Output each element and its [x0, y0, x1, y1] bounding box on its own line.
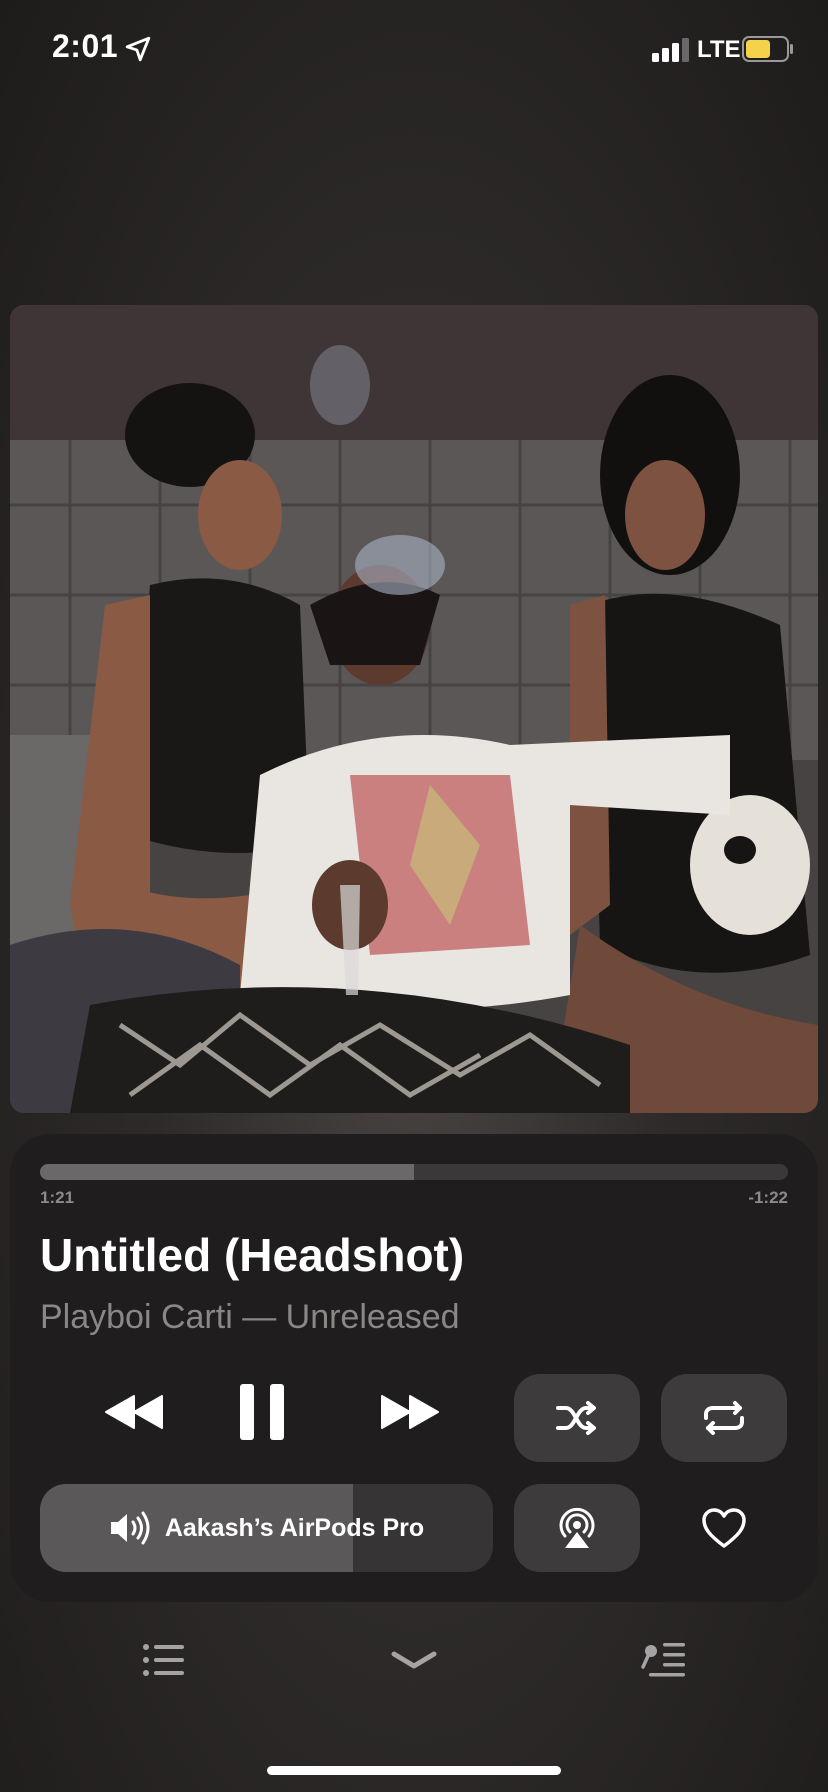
output-device-label: Aakash’s AirPods Pro	[164, 1513, 425, 1542]
fast-forward-button[interactable]	[370, 1382, 450, 1442]
artist-album[interactable]: Playboi Carti — Unreleased	[40, 1298, 460, 1337]
lyrics-button[interactable]	[634, 1630, 694, 1690]
remaining-time: -1:22	[748, 1188, 788, 1207]
battery-icon	[742, 36, 793, 62]
album-artwork	[10, 305, 818, 1113]
status-bar: 2:01 LTE	[0, 0, 828, 100]
pause-icon	[240, 1384, 284, 1440]
bottom-bar	[0, 1630, 828, 1690]
dismiss-button[interactable]	[384, 1630, 444, 1690]
queue-button[interactable]	[134, 1630, 194, 1690]
home-indicator[interactable]	[267, 1766, 561, 1775]
cellular-signal-icon	[652, 38, 689, 62]
status-time: 2:01	[52, 28, 119, 64]
queue-list-icon	[143, 1644, 184, 1676]
repeat-icon	[704, 1401, 744, 1435]
rewind-button[interactable]	[94, 1382, 174, 1442]
lyrics-icon	[641, 1643, 685, 1677]
now-playing-panel: 1:21 -1:22 Untitled (Headshot) Playboi C…	[10, 1134, 818, 1602]
progress-fill	[40, 1164, 414, 1180]
network-type: LTE	[697, 36, 741, 63]
pause-button[interactable]	[230, 1380, 294, 1444]
song-title: Untitled (Headshot)	[40, 1229, 465, 1281]
love-button[interactable]	[661, 1484, 787, 1572]
heart-icon	[702, 1508, 746, 1548]
repeat-button[interactable]	[661, 1374, 787, 1462]
airplay-button[interactable]	[514, 1484, 640, 1572]
shuffle-button[interactable]	[514, 1374, 640, 1462]
shuffle-icon	[556, 1401, 596, 1435]
rewind-icon	[105, 1395, 163, 1429]
location-arrow-icon	[125, 36, 151, 62]
elapsed-time: 1:21	[40, 1188, 75, 1207]
progress-bar[interactable]	[40, 1164, 788, 1180]
fast-forward-icon	[381, 1395, 439, 1429]
airplay-icon	[559, 1507, 595, 1548]
chevron-down-icon	[391, 1651, 437, 1669]
volume-output-slider[interactable]: Aakash’s AirPods Pro	[40, 1484, 493, 1572]
speaker-icon	[110, 1511, 150, 1545]
